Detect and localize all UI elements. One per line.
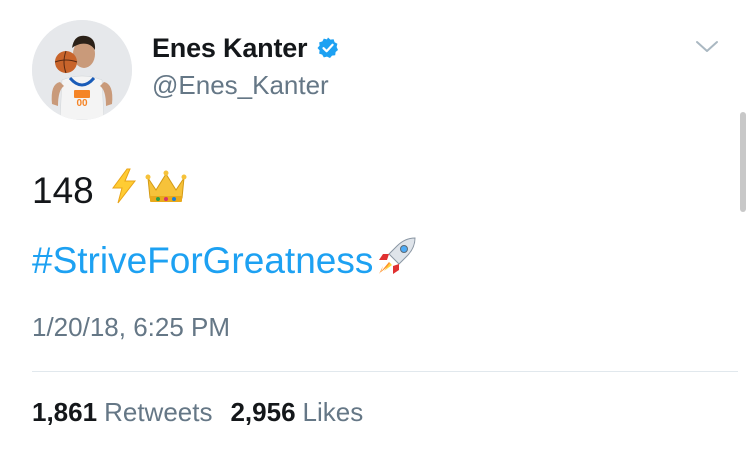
svg-text:00: 00 [76,98,88,109]
divider [32,371,738,372]
tweet-text-line2: #StriveForGreatness [32,234,419,288]
author-name-row[interactable]: Enes Kanter [152,30,340,66]
crown-icon [144,168,188,214]
retweets-label: Retweets [104,397,213,427]
retweets-stat[interactable]: 1,861 Retweets [32,397,212,428]
lightning-icon [110,168,138,214]
avatar-image: 00 [32,20,132,120]
rocket-icon [375,234,419,288]
tweet-timestamp[interactable]: 1/20/18, 6:25 PM [32,312,230,343]
tweet-text-line1: 148 [32,168,188,214]
scrollbar[interactable] [740,112,746,212]
avatar[interactable]: 00 [32,20,132,120]
tweet-card: 00 Enes Kanter @Enes_Kanter 148 #StriveF… [0,0,750,458]
tweet-stats: 1,861 Retweets 2,956 Likes [32,397,363,428]
verified-badge-icon [316,36,340,60]
tweet-number-text: 148 [32,170,94,211]
hashtag-link[interactable]: #StriveForGreatness [32,239,373,283]
author-handle[interactable]: @Enes_Kanter [152,70,329,101]
retweets-count: 1,861 [32,397,98,427]
author-display-name[interactable]: Enes Kanter [152,33,308,64]
chevron-down-icon[interactable] [694,38,720,56]
likes-label: Likes [302,397,364,427]
likes-stat[interactable]: 2,956 Likes [230,397,363,428]
likes-count: 2,956 [230,397,296,427]
